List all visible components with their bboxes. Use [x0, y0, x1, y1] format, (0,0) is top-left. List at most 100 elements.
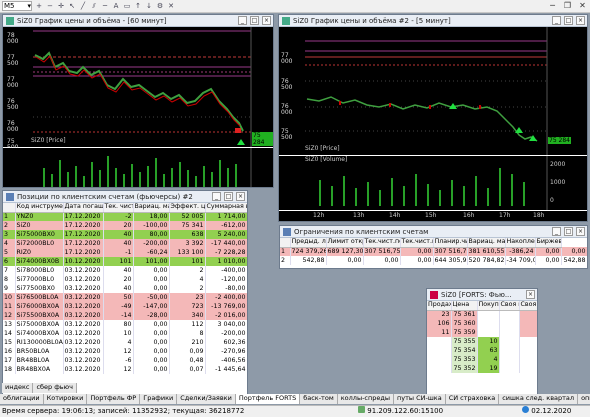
window-title-bar[interactable]: SiZ0 [FORTS: Фью... × [427, 289, 537, 301]
workspace-tab[interactable]: Портфель FORTS [235, 394, 301, 404]
maximize-button[interactable]: □ [224, 192, 233, 201]
price-tick: 76 500 [7, 98, 19, 111]
order-book-row[interactable]: 75 353 4 [427, 355, 537, 364]
close-button[interactable]: × [576, 16, 585, 25]
table-cell: 10.12.2020 [63, 257, 104, 266]
table-row[interactable]: 1 YNZ0 17.12.2020 -2 18,00 52 005 1 714,00 [3, 212, 247, 221]
window-title-bar[interactable]: Позиции по клиентским счетам (фьючерсы) … [3, 191, 247, 203]
line-tool-icon[interactable]: ╱ [79, 2, 87, 10]
table-row[interactable]: 11 Si76000BX0A 03.12.2020 -49 -147,00 723 -13 … [3, 302, 247, 311]
workspace-tab[interactable]: Котировки [43, 394, 88, 404]
table-row[interactable]: 3 Si75000BX0 17.12.2020 40 80,00 638 5 240,00 [3, 230, 247, 239]
maximize-button[interactable]: □ [564, 16, 573, 25]
price: 75 359 [451, 328, 478, 337]
order-book-row[interactable]: 75 354 63 [427, 346, 537, 355]
table-row[interactable]: 5 RIZ0 17.12.2020 -1 -60,24 133 100 -7 228,28 [3, 248, 247, 257]
table-row[interactable]: 13 Si75000BX0A 03.12.2020 80 0,00 112 3 040,00 [3, 320, 247, 329]
settings-icon[interactable]: ⚙ [156, 2, 164, 10]
table-row[interactable]: 18 BR48BX0A 03.12.2020 12 0,00 0,07 -1 445,64 [3, 365, 247, 374]
table-cell: 40 [103, 230, 134, 239]
text-tool-icon[interactable]: A [112, 2, 120, 10]
time-tick: 18h [533, 212, 545, 219]
price-chart[interactable]: 77 000 76 500 76 000 75 500 75 284 SiZ0 … [279, 27, 587, 155]
table-row[interactable]: 6 Si74000BX0B 10.12.2020 101 101,00 101 1 010,… [3, 257, 247, 266]
cursor-icon[interactable]: ↖ [68, 2, 76, 10]
minimize-button[interactable]: _ [212, 192, 221, 201]
workspace-tab[interactable]: сишка след. квартал [499, 394, 579, 404]
table-cell: 03.12.2020 [63, 266, 104, 275]
window-title-bar[interactable]: SiZ0 График цены и объёма #2 - [5 минут]… [279, 15, 587, 27]
table-row[interactable]: 2 SiZ0 17.12.2020 20 -100,00 75 341 -612,00 [3, 221, 247, 230]
table-cell: 7 [3, 266, 16, 275]
workspace-tab[interactable]: Графики [140, 394, 178, 404]
workspace-tab[interactable]: опционы анализ [578, 394, 590, 404]
order-book-row[interactable]: 11 75 359 [427, 328, 537, 337]
delete-icon[interactable]: ✕ [167, 2, 175, 10]
close-button[interactable]: × [526, 290, 535, 299]
table-cell: 0,00 [133, 320, 170, 329]
table-row[interactable]: 14 Si74000BX0A 03.12.2020 10 0,00 8 -200,00 [3, 329, 247, 338]
table-cell: YNZ0 [15, 212, 64, 221]
table-row[interactable]: 10 Si76500BL0A 03.12.2020 50 -50,00 23 -2 400,… [3, 293, 247, 302]
order-book-row[interactable]: 75 355 10 [427, 337, 537, 346]
volume-chart[interactable]: SiZ0 [Volume] 2000 1000 0 [279, 156, 587, 210]
maximize-button[interactable]: □ [250, 16, 259, 25]
minimize-button[interactable]: _ [238, 16, 247, 25]
table-cell: -200,00 [205, 329, 247, 338]
table-row[interactable]: 9 Si77500BX0 03.12.2020 40 0,00 2 -80,00 [3, 284, 247, 293]
close-button[interactable]: × [262, 16, 271, 25]
window-title: Ограничения по клиентским счетам [294, 227, 429, 236]
crosshair-icon[interactable]: ✛ [57, 2, 65, 10]
arrow-up-icon[interactable]: ↑ [134, 2, 142, 10]
table-row[interactable]: 15 RI130000BL0A 03.12.2020 4 0,00 210 602,36 [3, 338, 247, 347]
table-row[interactable]: 4 Si72000BL0 17.12.2020 40 -200,00 3 392 -17 4… [3, 239, 247, 248]
table-row[interactable]: 17 BR48BL0A 03.12.2020 -6 0,00 0,48 -406,56 [3, 356, 247, 365]
workspace-tab[interactable]: СИ страховка [445, 394, 500, 404]
server-time-text: Время сервера: 19:06:13; записей: 113529… [2, 407, 245, 415]
table-icon [6, 192, 14, 201]
own-order [499, 364, 520, 373]
workspace-tab[interactable]: облигации [0, 394, 44, 404]
table-row[interactable]: 2 542,88 0,00 0,00 0,00 644 305,91 520 784,82-… [280, 256, 587, 265]
workspace-tab[interactable]: Портфель ФР [87, 394, 141, 404]
table-cell: -1 [103, 248, 134, 257]
connection-status: 91.209.122.60:15100 [358, 406, 443, 417]
minimize-button[interactable]: _ [552, 16, 561, 25]
tab-index[interactable]: индекс [2, 383, 34, 393]
workspace-tab[interactable]: путы СИ-шка [394, 394, 446, 404]
shape-tool-icon[interactable]: ▭ [123, 2, 131, 10]
zoom-in-icon[interactable]: + [35, 2, 43, 10]
table-cell: 20 [103, 275, 134, 284]
table-row[interactable]: 12 Si75500BX0A 03.12.2020 -14 -28,00 340 -2 01… [3, 311, 247, 320]
maximize-button[interactable]: □ [564, 227, 573, 236]
window-title-bar[interactable]: Ограничения по клиентским счетам _ □ × [280, 226, 587, 238]
arrow-down-icon[interactable]: ↓ [145, 2, 153, 10]
table-row[interactable]: 8 Si77000BL0 03.12.2020 20 0,00 4 -120,00 [3, 275, 247, 284]
order-book-row[interactable]: 75 352 19 [427, 364, 537, 373]
close-button[interactable]: × [576, 227, 585, 236]
instrument-combobox[interactable]: M5 ▾ [2, 1, 32, 11]
window-title-bar[interactable]: SiZ0 График цены и объёма - [60 минут] _ □… [3, 15, 273, 27]
table-row[interactable]: 16 BR50BL0A 03.12.2020 12 0,00 0,09 -270,96 [3, 347, 247, 356]
workspace-tab[interactable]: Сделки/Заявки [177, 394, 236, 404]
table-row[interactable]: 7 Si78000BL0 03.12.2020 40 0,00 2 -400,00 [3, 266, 247, 275]
restore-icon[interactable]: ❐ [560, 0, 575, 12]
close-icon[interactable]: ✕ [575, 0, 590, 12]
close-button[interactable]: × [236, 192, 245, 201]
minimize-icon[interactable]: ─ [545, 0, 560, 12]
order-book-row[interactable]: 106 75 360 [427, 319, 537, 328]
workspace-tab[interactable]: баск-том [300, 394, 338, 404]
window-title: Позиции по клиентским счетам (фьючерсы) … [17, 192, 193, 201]
table-cell: 0,07 [169, 365, 206, 374]
volume-chart[interactable] [3, 148, 273, 187]
table-row[interactable]: 1 724 379,26 689 127,30 307 516,75 0,00 307 5… [280, 247, 587, 256]
sell-qty [427, 337, 452, 346]
price-chart[interactable]: 78 000 77 500 77 000 76 500 76 000 75 50… [3, 27, 273, 151]
order-book-row[interactable]: 23 75 361 [427, 310, 537, 319]
minimize-button[interactable]: _ [552, 227, 561, 236]
tab-sber-fut[interactable]: сбер фьюч [33, 383, 77, 393]
hline-tool-icon[interactable]: ─ [101, 2, 109, 10]
zoom-out-icon[interactable]: − [46, 2, 54, 10]
channel-tool-icon[interactable]: ⫽ [90, 2, 98, 10]
workspace-tab[interactable]: коллы-спреды [337, 394, 394, 404]
